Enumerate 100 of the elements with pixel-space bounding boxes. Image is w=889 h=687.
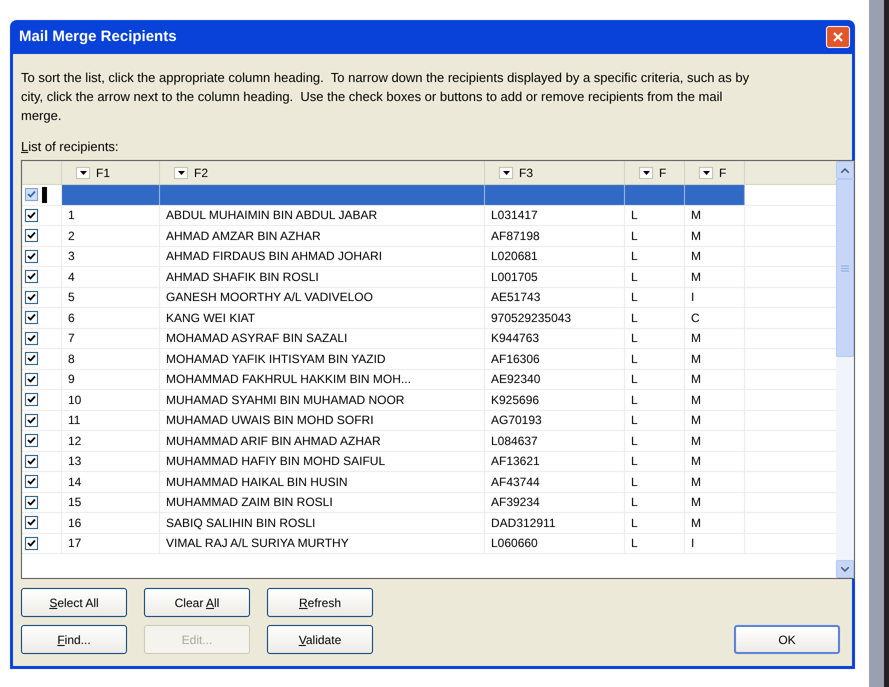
table-cell: KANG WEI KIAT [160,308,485,328]
checkbox[interactable] [25,208,38,222]
dialog-button[interactable]: Refresh [267,588,373,617]
column-header[interactable]: F3 [485,161,625,184]
table-cell: AF43744 [485,472,625,492]
table-cell: AF13621 [485,452,625,471]
table-cell: MUHAMMAD ZAIM BIN ROSLI [160,492,485,512]
table-cell: 4 [62,267,160,286]
instructions-text: To sort the list, click the appropriate column heading. To narrow down the recipients displayed by a specific criteria, such as by city, click the arrow next to the column heading. Use the check boxes or buttons to add or remove recipients from the mail merge. [21,69,750,125]
table-cell: L060660 [485,534,625,553]
table-cell: MOHAMAD YAFIK IHTISYAM BIN YAZID [160,349,485,368]
checkbox[interactable] [25,332,38,345]
dialog-button[interactable]: Find... [21,625,127,654]
checkbox[interactable] [25,536,38,550]
table-cell: L [625,246,685,266]
table-cell: MUHAMMAD HAIKAL BIN HUSIN [160,472,485,492]
table-cell: M [685,452,745,471]
table-cell: I [685,288,745,307]
dialog-button[interactable]: Clear All [144,588,250,617]
table-cell: 13 [62,452,160,471]
ok-button[interactable]: OK [734,625,840,654]
chevron-up-icon [841,168,849,172]
table-cell: AG70193 [485,410,625,430]
table-cell: MUHAMMAD ARIF BIN AHMAD AZHAR [160,431,485,450]
checkbox[interactable] [25,496,38,509]
table-cell: DAD312911 [485,513,625,532]
table-cell: 15 [62,492,160,512]
table-cell: M [685,492,745,512]
checkbox[interactable] [25,434,38,448]
scrollbar[interactable] [836,161,854,578]
table-cell: L084637 [485,431,625,450]
table-cell: AHMAD AMZAR BIN AZHAR [160,226,485,246]
checkbox[interactable] [25,311,38,324]
column-header[interactable]: F1 [62,161,160,184]
table-cell: M [685,206,745,225]
table-cell: ABDUL MUHAIMIN BIN ABDUL JABAR [160,206,485,225]
checkbox[interactable] [25,393,38,406]
checkbox[interactable] [25,229,38,242]
dialog-button[interactable]: Validate [267,625,373,654]
table-cell: M [685,267,745,286]
checkbox[interactable] [25,352,38,366]
dialog-button[interactable]: Select All [21,588,127,617]
table-cell: K944763 [485,328,625,348]
table-cell: 10 [62,390,160,410]
checkbox[interactable] [25,475,38,488]
table-cell: L [625,328,685,348]
table-cell: I [685,534,745,553]
table-cell: L [625,452,685,471]
table-cell: M [685,513,745,532]
table-cell: AF87198 [485,226,625,246]
table-cell: M [685,246,745,266]
checkbox[interactable] [25,414,38,427]
scroll-down-button[interactable] [836,560,854,578]
checkbox[interactable] [25,188,38,202]
scroll-up-button[interactable] [836,161,854,179]
table-cell: MUHAMAD UWAIS BIN MOHD SOFRI [160,410,485,430]
close-button[interactable] [826,26,850,48]
table-cell: L [625,472,685,492]
checkbox[interactable] [25,454,38,468]
table-cell: AE51743 [485,288,625,307]
table-cell: VIMAL RAJ A/L SURIYA MURTHY [160,534,485,553]
table-cell: AHMAD FIRDAUS BIN AHMAD JOHARI [160,246,485,266]
table-cell: AHMAD SHAFIK BIN ROSLI [160,267,485,286]
table-cell: M [685,226,745,246]
table-cell: 14 [62,472,160,492]
table-cell: MUHAMMAD HAFIY BIN MOHD SAIFUL [160,452,485,471]
table-cell: L020681 [485,246,625,266]
column-header[interactable]: F [685,161,745,184]
table-cell: M [685,472,745,492]
table-cell: 970529235043 [485,308,625,328]
table-cell: L [625,288,685,307]
checkbox[interactable] [25,270,38,284]
column-header[interactable]: F [625,161,685,184]
table-cell: L [625,370,685,389]
table-cell: L [625,410,685,430]
table-cell: GANESH MOORTHY A/L VADIVELOO [160,288,485,307]
checkbox[interactable] [25,516,38,530]
table-cell: AE92340 [485,370,625,389]
table-cell: M [685,390,745,410]
table-cell: M [685,370,745,389]
table-cell: 5 [62,288,160,307]
table-cell: 16 [62,513,160,532]
checkbox[interactable] [25,290,38,304]
table-cell: 2 [62,226,160,246]
window-title: Mail Merge Recipients [19,26,177,47]
table-cell: L [625,390,685,410]
checkbox[interactable] [25,372,38,386]
table-cell: L031417 [485,206,625,225]
table-cell: 11 [62,410,160,430]
table-cell: M [685,349,745,368]
table-cell: L [625,267,685,286]
chevron-down-icon [841,566,849,572]
column-header[interactable]: F2 [160,161,485,184]
table-cell: 1 [62,206,160,225]
table-cell: L [625,513,685,532]
table-cell: MUHAMAD SYAHMI BIN MUHAMAD NOOR [160,390,485,410]
table-cell: SABIQ SALIHIN BIN ROSLI [160,513,485,532]
table-cell: 6 [62,308,160,328]
checkbox[interactable] [25,250,38,263]
scroll-thumb[interactable] [836,179,854,357]
